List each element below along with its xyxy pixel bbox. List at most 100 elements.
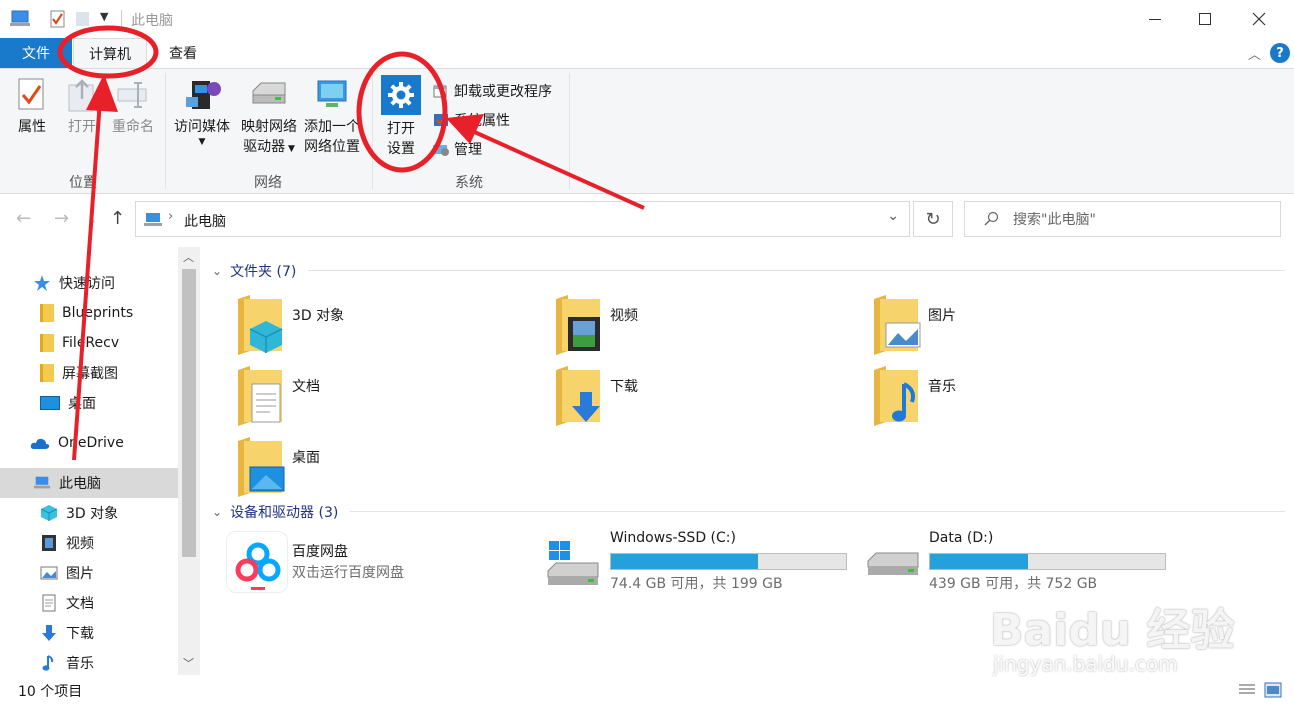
add-network-location-button[interactable]: 添加一个 网络位置 (300, 77, 364, 157)
scroll-up-icon[interactable]: ︿ (183, 249, 194, 265)
system-properties-label: 系统属性 (454, 113, 510, 129)
picture-icon (40, 566, 58, 580)
nav-onedrive[interactable]: OneDrive (0, 428, 178, 458)
breadcrumb-chevron-icon[interactable]: › (168, 209, 173, 224)
window-title: 此电脑 (131, 13, 173, 29)
tab-computer[interactable]: 计算机 (73, 38, 147, 69)
folder-name: 3D 对象 (292, 308, 345, 324)
folder-document-icon (238, 366, 282, 426)
system-properties-button[interactable]: 系统属性 (432, 107, 510, 133)
access-media-button[interactable]: 访问媒体 ▼ (170, 77, 234, 147)
up-arrow-icon[interactable]: ↑ (110, 208, 125, 229)
folder-name: 下载 (610, 379, 638, 395)
nav-quick-access[interactable]: 快速访问 (0, 268, 178, 298)
folder-desktop[interactable]: 桌面 (236, 435, 546, 501)
item-count: 10 个项目 (18, 684, 83, 700)
folder-documents[interactable]: 文档 (236, 364, 546, 430)
search-input[interactable]: 搜索"此电脑" (964, 201, 1281, 237)
collapse-chevron-icon[interactable]: ⌄ (212, 505, 222, 519)
refresh-button[interactable]: ↻ (913, 201, 953, 237)
folder-downloads[interactable]: 下载 (554, 364, 864, 430)
baidu-netdisk-item[interactable]: 百度网盘 双击运行百度网盘 (226, 531, 526, 597)
tab-file[interactable]: 文件 (0, 38, 72, 68)
nav-item-desktop[interactable]: 桌面 (0, 388, 178, 418)
location-group-label: 位置 (69, 175, 97, 191)
tab-view[interactable]: 查看 (157, 38, 209, 68)
manage-button[interactable]: 管理 (432, 136, 482, 162)
close-icon (1252, 12, 1266, 26)
folder-video-icon (556, 295, 600, 355)
folder-pictures[interactable]: 图片 (872, 293, 1182, 359)
map-network-drive-button[interactable]: 映射网络 驱动器 ▼ (238, 77, 300, 159)
nav-item-filerecv[interactable]: FileRecv (0, 328, 178, 358)
star-icon (34, 275, 50, 291)
nav-item-documents[interactable]: 文档 (0, 588, 178, 618)
drive-d[interactable]: Data (D:) 439 GB 可用，共 752 GB (864, 530, 1174, 597)
folders-header-label: 文件夹 (7) (230, 264, 297, 280)
uninstall-icon (433, 85, 447, 98)
windows-drive-icon (547, 541, 599, 585)
nav-label: Blueprints (62, 305, 134, 321)
minimize-button[interactable] (1130, 0, 1180, 38)
drive-space-info: 439 GB 可用，共 752 GB (929, 576, 1098, 592)
large-icons-view-icon[interactable] (1264, 682, 1282, 698)
rename-icon (117, 82, 147, 108)
folder-3d-icon (238, 295, 283, 355)
open-settings-button[interactable]: 打开 设置 (378, 75, 424, 159)
nav-item-blueprints[interactable]: Blueprints (0, 298, 178, 328)
new-folder-icon[interactable] (75, 9, 91, 29)
address-dropdown-icon[interactable]: ⌄ (887, 208, 899, 224)
folder-music[interactable]: 音乐 (872, 364, 1182, 430)
breadcrumb-this-pc[interactable]: 此电脑 (184, 211, 226, 231)
baidu-watermark-url: jingyan.baidu.com (993, 652, 1178, 676)
nav-item-screenshots[interactable]: 屏幕截图 (0, 358, 178, 388)
nav-label: 3D 对象 (66, 506, 119, 522)
open-icon (68, 79, 94, 112)
drive-c[interactable]: Windows-SSD (C:) 74.4 GB 可用，共 199 GB (544, 530, 854, 597)
scroll-thumb[interactable] (182, 269, 196, 557)
folder-name: 视频 (610, 308, 638, 324)
nav-scrollbar[interactable]: ︿ ﹀ (178, 247, 200, 675)
nav-item-videos[interactable]: 视频 (0, 528, 178, 558)
close-button[interactable] (1234, 0, 1284, 38)
drive-usage-bar (929, 553, 1166, 570)
recent-chevron-icon[interactable]: ⌄ (88, 213, 97, 226)
nav-item-pictures[interactable]: 图片 (0, 558, 178, 588)
hard-drive-icon (867, 552, 919, 575)
system-group-label: 系统 (455, 175, 483, 191)
folders-section-header[interactable]: ⌄ 文件夹 (7) (212, 261, 296, 281)
add-location-label-2: 网络位置 (304, 139, 360, 155)
nav-item-music[interactable]: 音乐 (0, 648, 178, 678)
nav-this-pc[interactable]: 此电脑 (0, 468, 178, 498)
nav-item-downloads[interactable]: 下载 (0, 618, 178, 648)
folder-videos[interactable]: 视频 (554, 293, 864, 359)
nav-label: 音乐 (66, 656, 94, 672)
collapse-chevron-icon[interactable]: ⌄ (212, 264, 222, 278)
drive-name: Data (D:) (929, 530, 994, 546)
properties-button[interactable]: 属性 (12, 77, 52, 137)
back-arrow-icon[interactable]: ← (16, 208, 31, 229)
details-view-icon[interactable] (1238, 683, 1256, 697)
scroll-down-icon[interactable]: ﹀ (183, 655, 194, 671)
maximize-button[interactable] (1180, 0, 1230, 38)
nav-label: 屏幕截图 (62, 366, 118, 382)
properties-check-icon[interactable] (50, 9, 66, 29)
open-button[interactable]: 打开 (62, 77, 102, 137)
folder-3d-objects[interactable]: 3D 对象 (236, 293, 546, 359)
address-bar-row: ← → ⌄ ↑ › 此电脑 ⌄ ↻ 搜索"此电脑" (0, 195, 1294, 245)
uninstall-programs-button[interactable]: 卸载或更改程序 (432, 78, 552, 104)
address-input[interactable]: › 此电脑 ⌄ (135, 201, 910, 237)
folder-desktop-icon (238, 437, 285, 497)
cloud-icon (30, 438, 50, 449)
nav-label: 下载 (66, 626, 94, 642)
nav-item-3d-objects[interactable]: 3D 对象 (0, 498, 178, 528)
forward-arrow-icon[interactable]: → (54, 208, 69, 229)
rename-button[interactable]: 重命名 (108, 77, 158, 137)
folder-picture-icon (874, 295, 921, 355)
help-icon[interactable]: ? (1270, 43, 1290, 63)
document-icon (42, 594, 56, 612)
quick-access-dropdown[interactable]: ▼ (100, 10, 108, 23)
ribbon-collapse-icon[interactable]: ︿ (1248, 44, 1261, 63)
folder-icon (40, 334, 54, 352)
devices-section-header[interactable]: ⌄ 设备和驱动器 (3) (212, 502, 338, 522)
